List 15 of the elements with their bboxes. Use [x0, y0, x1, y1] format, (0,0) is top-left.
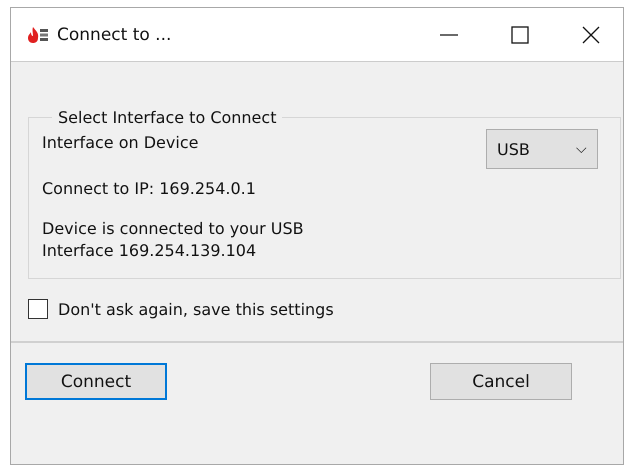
group-title: Select Interface to Connect [57, 108, 278, 127]
maximize-icon[interactable] [510, 24, 530, 44]
interface-dropdown[interactable]: USB ⌵ [486, 129, 598, 169]
close-icon[interactable] [581, 24, 601, 44]
dialog-button[interactable]: Cancel [430, 363, 572, 400]
ip-text: Connect to IP: 169.254.0.1 [42, 179, 257, 198]
field-label: Interface on Device [42, 133, 198, 152]
checkbox[interactable] [28, 299, 48, 319]
checkbox-label: Don't ask again, save this settings [58, 300, 334, 318]
status-text: Interface 169.254.139.104 [42, 240, 258, 262]
caret-icon: ⌵ [576, 141, 587, 157]
flame-icon [27, 26, 49, 44]
status-text: Device is connected to your USB [42, 218, 305, 240]
dialog-button[interactable]: Connect [25, 363, 167, 400]
window-title: Connect to ... [57, 24, 172, 44]
